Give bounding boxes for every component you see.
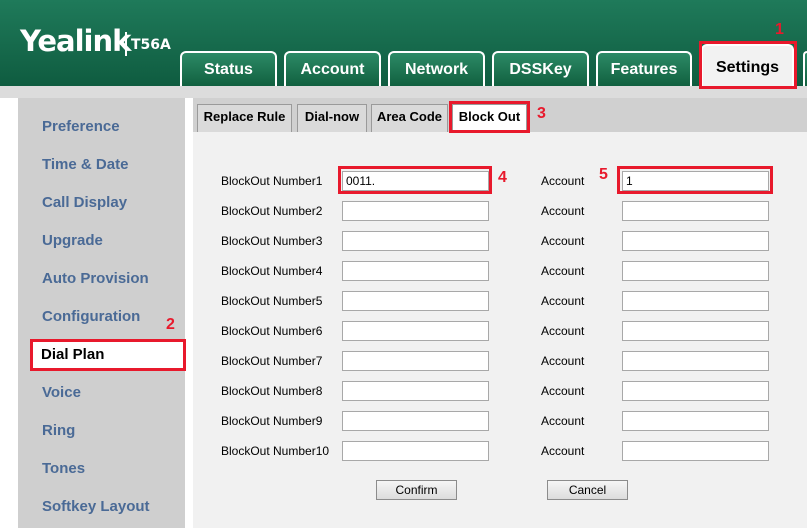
annotation-marker-1: 1 [775, 21, 784, 38]
account-label: Account [541, 294, 585, 308]
sidebar-item-call-display[interactable]: Call Display [42, 194, 127, 211]
sidebar-item-tones[interactable]: Tones [42, 460, 85, 477]
account-field[interactable] [622, 351, 769, 371]
sidebar-item-time-date[interactable]: Time & Date [42, 156, 128, 173]
blockout-number-field[interactable] [342, 381, 489, 401]
account-field[interactable] [622, 291, 769, 311]
cancel-button[interactable]: Cancel [547, 480, 628, 500]
blockout-number-label: BlockOut Number2 [221, 204, 323, 218]
sidebar-item-upgrade[interactable]: Upgrade [42, 232, 103, 249]
tab-status[interactable]: Status [180, 51, 277, 86]
blockout-number-field[interactable] [342, 351, 489, 371]
annotation-marker-3: 3 [537, 105, 546, 122]
highlight-blockout-number1 [338, 166, 492, 194]
account-label: Account [541, 444, 585, 458]
main-panel [193, 98, 807, 528]
highlight-dial-plan [30, 339, 186, 371]
blockout-number-field[interactable] [342, 261, 489, 281]
account-field[interactable] [622, 261, 769, 281]
account-field[interactable] [622, 411, 769, 431]
tab-features[interactable]: Features [596, 51, 692, 86]
highlight-block-out-tab [449, 101, 530, 133]
blockout-number-label: BlockOut Number10 [221, 444, 330, 458]
sidebar-item-preference[interactable]: Preference [42, 118, 120, 135]
subtab-replace-rule[interactable]: Replace Rule [197, 104, 292, 132]
blockout-number-field[interactable] [342, 201, 489, 221]
sidebar-item-softkey-layout[interactable]: Softkey Layout [42, 498, 150, 515]
account-label: Account [541, 204, 585, 218]
account-label: Account [541, 264, 585, 278]
annotation-marker-4: 4 [498, 169, 507, 186]
model-label: T56A [131, 37, 171, 53]
highlight-settings-tab [699, 41, 797, 89]
blockout-number-label: BlockOut Number8 [221, 384, 323, 398]
sidebar-item-auto-provision[interactable]: Auto Provision [42, 270, 149, 287]
blockout-number-field[interactable] [342, 231, 489, 251]
blockout-number-label: BlockOut Number4 [221, 264, 323, 278]
tab-account[interactable]: Account [284, 51, 381, 86]
annotation-marker-2: 2 [166, 316, 175, 333]
account-label: Account [541, 234, 585, 248]
annotation-marker-5: 5 [599, 166, 608, 183]
account-label: Account [541, 174, 585, 188]
account-field[interactable] [622, 231, 769, 251]
account-label: Account [541, 354, 585, 368]
blockout-number-field[interactable] [342, 321, 489, 341]
sidebar-item-configuration[interactable]: Configuration [42, 308, 140, 325]
tab-overflow[interactable] [803, 51, 807, 86]
confirm-button[interactable]: Confirm [376, 480, 457, 500]
tab-network[interactable]: Network [388, 51, 485, 86]
yealink-logo: Yealink [20, 24, 131, 58]
account-field[interactable] [622, 441, 769, 461]
account-label: Account [541, 324, 585, 338]
blockout-number-field[interactable] [342, 291, 489, 311]
blockout-number-field[interactable] [342, 411, 489, 431]
tab-dsskey[interactable]: DSSKey [492, 51, 589, 86]
account-field[interactable] [622, 381, 769, 401]
blockout-number-label: BlockOut Number3 [221, 234, 323, 248]
sidebar-item-voice[interactable]: Voice [42, 384, 81, 401]
blockout-number-label: BlockOut Number1 [221, 174, 323, 188]
blockout-number-field[interactable] [342, 441, 489, 461]
blockout-number-label: BlockOut Number5 [221, 294, 323, 308]
header-band [0, 86, 807, 98]
account-field[interactable] [622, 201, 769, 221]
account-label: Account [541, 384, 585, 398]
blockout-number-label: BlockOut Number9 [221, 414, 323, 428]
highlight-account1 [617, 166, 773, 194]
account-label: Account [541, 414, 585, 428]
logo-divider [125, 32, 127, 56]
sidebar-item-ring[interactable]: Ring [42, 422, 75, 439]
blockout-number-label: BlockOut Number6 [221, 324, 323, 338]
account-field[interactable] [622, 321, 769, 341]
blockout-number-label: BlockOut Number7 [221, 354, 323, 368]
subtab-dial-now[interactable]: Dial-now [297, 104, 367, 132]
subtab-area-code[interactable]: Area Code [371, 104, 448, 132]
